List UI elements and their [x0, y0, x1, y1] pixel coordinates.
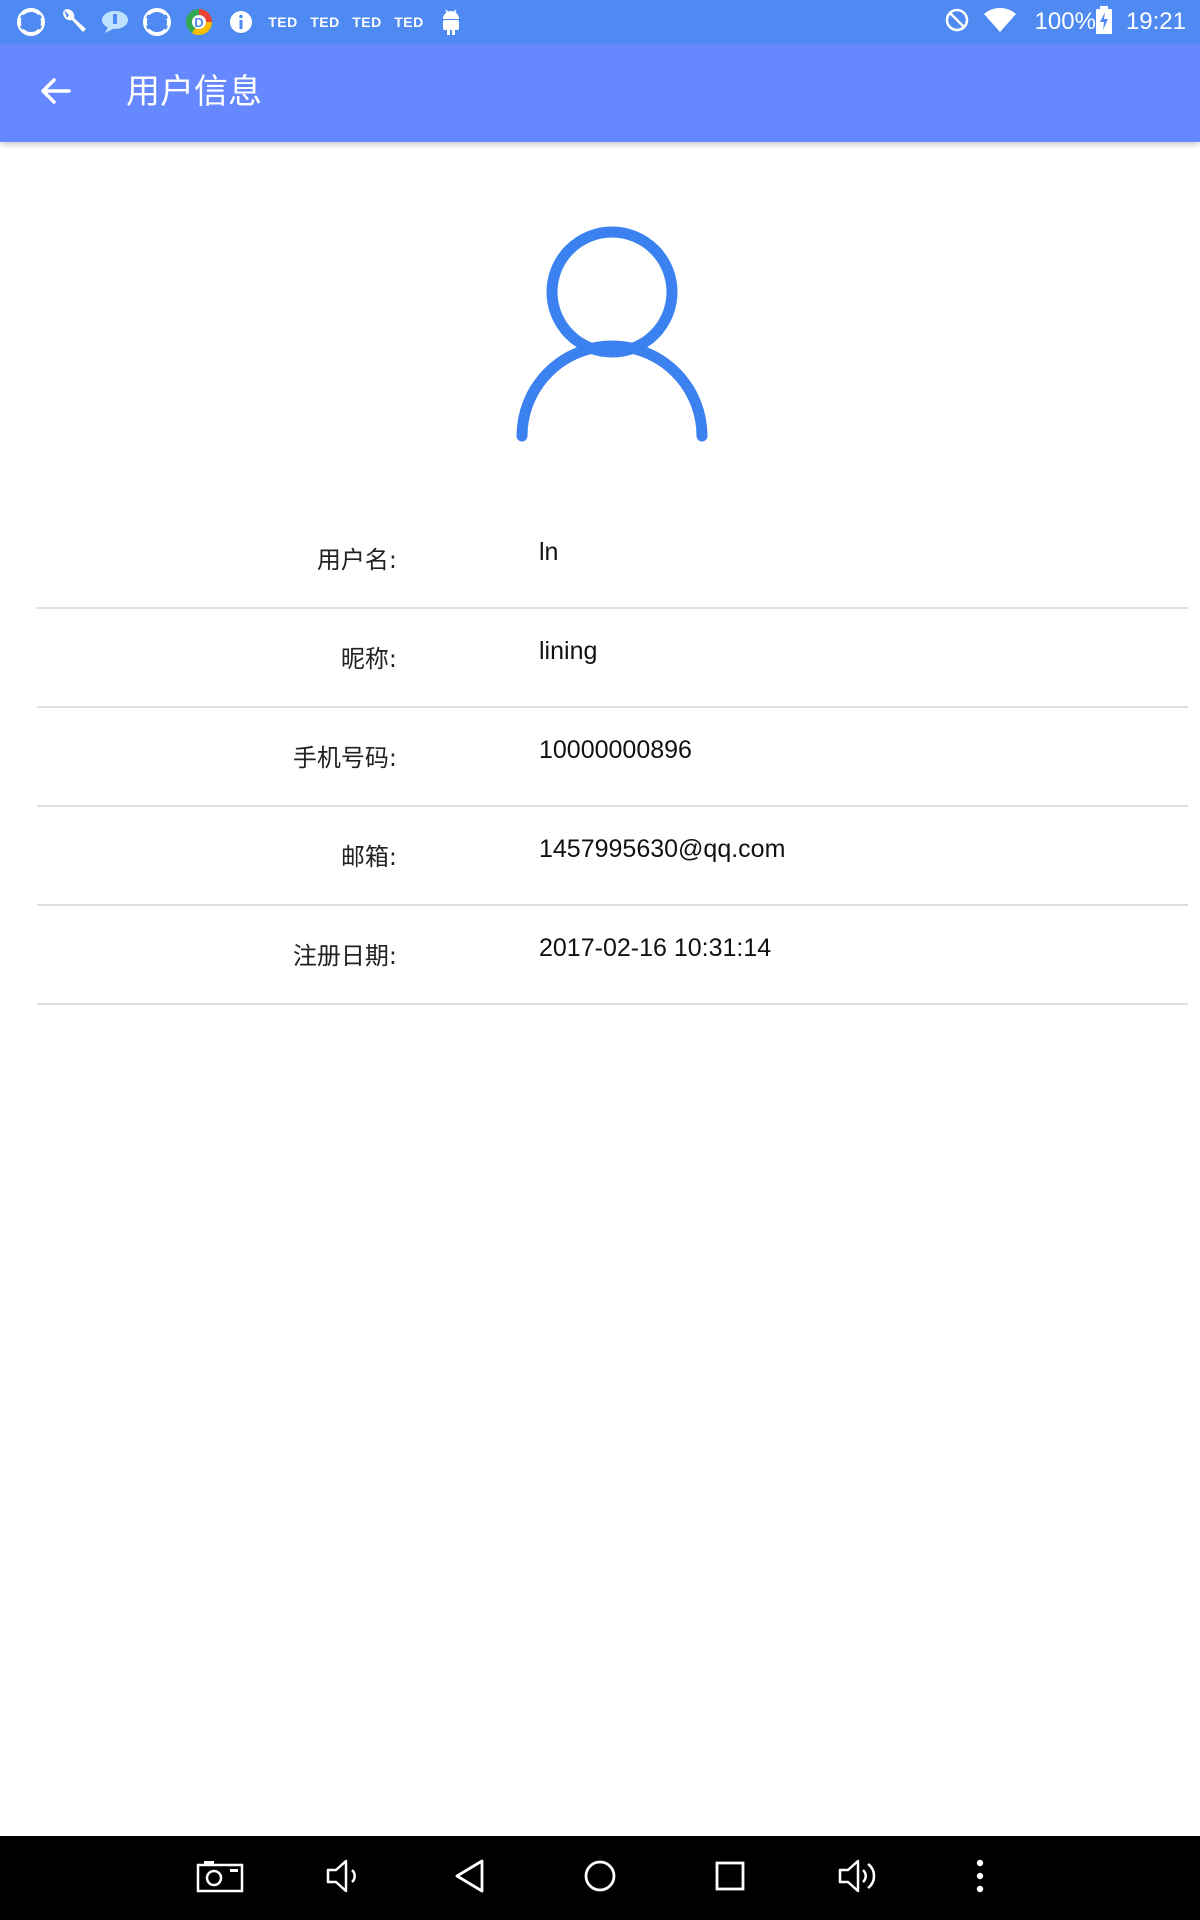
- email-label: 邮箱:: [340, 843, 397, 871]
- email-row: 邮箱: 1457995630@qq.com: [37, 807, 1188, 906]
- phone-label: 手机号码:: [292, 744, 397, 772]
- ted-icon: TED: [310, 14, 340, 30]
- chrome-icon: D: [182, 5, 216, 39]
- back-icon: [452, 1858, 488, 1898]
- back-button[interactable]: [22, 68, 88, 118]
- notification-icons: D TED TED TED TED: [14, 4, 476, 40]
- screenshot-button[interactable]: [192, 1852, 248, 1904]
- status-right: 100% 19:21: [943, 0, 1186, 43]
- wrench-icon: [56, 5, 90, 39]
- volume-up-icon: [838, 1858, 878, 1898]
- nickname-label: 昵称:: [340, 645, 397, 673]
- android-icon: [434, 5, 468, 39]
- page-title: 用户信息: [126, 72, 262, 112]
- register-date-label: 注册日期:: [292, 942, 397, 970]
- username-label: 用户名:: [316, 546, 397, 574]
- phone-value: 10000000896: [539, 736, 692, 764]
- volume-down-icon: [324, 1858, 364, 1898]
- phone-row: 手机号码: 10000000896: [37, 708, 1188, 807]
- register-date-value: 2017-02-16 10:31:14: [539, 934, 772, 962]
- wifi-icon: [983, 7, 1017, 37]
- battery-percentage: 100%: [1034, 7, 1096, 35]
- register-date-row: 注册日期: 2017-02-16 10:31:14: [37, 906, 1188, 1005]
- more-button[interactable]: [952, 1852, 1008, 1904]
- screenshot-icon: [196, 1859, 244, 1897]
- ted-icon: TED: [352, 14, 382, 30]
- navigation-bar: [0, 1836, 1200, 1920]
- battery-charging-icon: [1095, 5, 1112, 38]
- volume-up-button[interactable]: [830, 1852, 886, 1904]
- sync-icon: [140, 5, 174, 39]
- status-bar: D TED TED TED TED 100% 19:21: [0, 0, 1200, 43]
- username-row: 用户名: ln: [37, 510, 1188, 609]
- user-info-list: 用户名: ln 昵称: lining 手机号码: 10000000896 邮箱:…: [37, 510, 1188, 1005]
- home-icon: [582, 1858, 618, 1898]
- back-nav-button[interactable]: [442, 1852, 498, 1904]
- username-value: ln: [539, 538, 559, 566]
- volume-down-button[interactable]: [316, 1852, 372, 1904]
- ted-icon: TED: [394, 14, 424, 30]
- nickname-value: lining: [539, 637, 598, 665]
- clock: 19:21: [1125, 7, 1186, 35]
- recents-icon: [713, 1859, 747, 1897]
- do-not-disturb-icon: [943, 6, 971, 38]
- app-bar: 用户信息: [0, 43, 1200, 142]
- chat-bubble-icon: [98, 5, 132, 39]
- nickname-row: 昵称: lining: [37, 609, 1188, 708]
- arrow-back-icon: [39, 75, 71, 111]
- user-avatar-icon: [512, 226, 712, 446]
- recents-button[interactable]: [702, 1852, 758, 1904]
- email-value: 1457995630@qq.com: [539, 835, 786, 863]
- svg-text:D: D: [194, 15, 203, 30]
- more-icon: [974, 1858, 986, 1898]
- user-info-screen: D TED TED TED TED 100% 19:21 用户信息 用户名: l…: [0, 0, 1200, 1920]
- ted-icon: TED: [268, 14, 298, 30]
- sync-icon: [14, 5, 48, 39]
- home-button[interactable]: [572, 1852, 628, 1904]
- info-icon: [224, 5, 258, 39]
